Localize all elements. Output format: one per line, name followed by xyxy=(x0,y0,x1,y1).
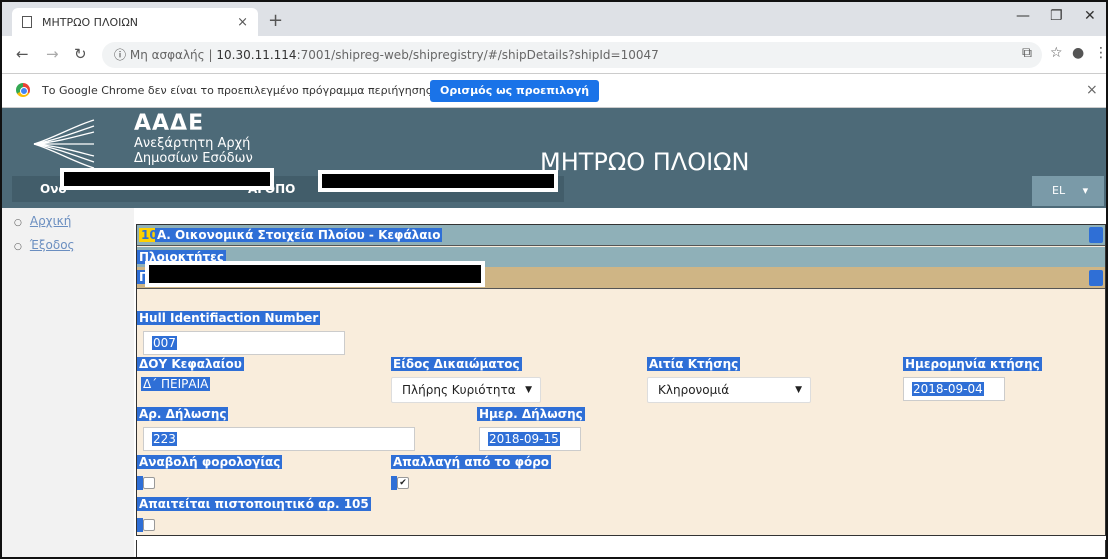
financial-section-panel: 10 Α. Οικονομικά Στοιχεία Πλοίου - Κεφάλ… xyxy=(136,224,1106,536)
brand-short: ΑΑΔΕ xyxy=(134,111,205,136)
acquisition-date-input[interactable]: 2018-09-04 xyxy=(903,377,1005,401)
tax-exemption-label: Απαλλαγή από το φόρο xyxy=(391,455,552,469)
right-type-select[interactable]: Πλήρης Κυριότητα ▼ xyxy=(391,377,541,403)
redaction-block xyxy=(64,172,270,186)
menu-icon[interactable]: ⋮ xyxy=(1094,45,1106,61)
user-prefix: Ονο xyxy=(40,182,67,196)
declaration-number-input[interactable]: 223 xyxy=(143,427,415,451)
sidebar-item-home: ○ Αρχική xyxy=(14,214,134,228)
redaction-block xyxy=(322,174,554,188)
profile-icon[interactable]: ● xyxy=(1072,45,1084,61)
tax-deferral-label: Αναβολή φορολογίας xyxy=(137,455,283,469)
declaration-date-input[interactable]: 2018-09-15 xyxy=(479,427,581,451)
acquisition-cause-select[interactable]: Κληρονομιά ▼ xyxy=(647,377,811,403)
check-icon: ✔ xyxy=(399,478,407,488)
page-icon xyxy=(22,16,32,28)
sidebar-link-home[interactable]: Αρχική xyxy=(30,214,72,228)
forward-icon[interactable]: → xyxy=(46,45,59,63)
acquisition-cause-label: Αιτία Κτήσης xyxy=(647,357,741,371)
chrome-icon xyxy=(16,83,30,97)
url-field[interactable]: ⓘ Μη ασφαλής | 10.30.11.114:7001/shipreg… xyxy=(102,42,1042,68)
tab-close-icon[interactable]: × xyxy=(237,15,248,30)
tab-title: ΜΗΤΡΩΟ ΠΛΟΙΩΝ xyxy=(42,15,139,29)
tax-office-label: ΔΟΥ Κεφαλαίου xyxy=(137,357,244,371)
address-bar-row: ← → ↻ ⓘ Μη ασφαλής | 10.30.11.114:7001/s… xyxy=(2,36,1106,74)
tax-deferral-checkbox[interactable] xyxy=(143,477,155,489)
restore-icon[interactable]: ❐ xyxy=(1050,8,1063,24)
url-path: :7001/shipreg-web/shipregistry/#/shipDet… xyxy=(296,48,659,62)
infobar-message: Το Google Chrome δεν είναι το προεπιλεγμ… xyxy=(42,84,433,97)
window-close-icon[interactable]: ✕ xyxy=(1084,8,1096,24)
hull-number-label: Hull Identifiaction Number xyxy=(137,311,321,325)
hull-number-input[interactable]: 007 xyxy=(143,331,345,355)
aade-logo-icon xyxy=(33,119,95,169)
section-toggle-button[interactable] xyxy=(1089,227,1103,243)
tax-exemption-checkbox[interactable]: ✔ xyxy=(397,477,409,489)
owner-toggle-button[interactable] xyxy=(1089,270,1103,286)
site-title: ΜΗΤΡΩΟ ΠΛΟΙΩΝ xyxy=(540,148,750,176)
brand-line2: Δημοσίων Εσόδων xyxy=(134,151,253,166)
info-icon[interactable]: ⓘ xyxy=(114,48,126,62)
acquisition-date-label: Ημερομηνία κτήσης xyxy=(903,357,1042,371)
back-icon[interactable]: ← xyxy=(16,45,29,63)
set-default-button[interactable]: Ορισμός ως προεπιλογή xyxy=(430,80,600,102)
certificate-label: Απαιτείται πιστοποιητικό αρ. 105 xyxy=(137,497,371,511)
screen: ΜΗΤΡΩΟ ΠΛΟΙΩΝ × + — ❐ ✕ ← → ↻ ⓘ Μη ασφαλ… xyxy=(0,0,1108,559)
right-type-label: Είδος Δικαιώματος xyxy=(391,357,522,371)
sidebar-item-logout: ○ Έξοδος xyxy=(14,238,134,252)
language-label: EL xyxy=(1052,184,1066,197)
new-tab-button[interactable]: + xyxy=(268,10,283,31)
sidebar-link-logout[interactable]: Έξοδος xyxy=(30,238,75,252)
brand-block: ΑΑΔΕ Ανεξάρτητη Αρχή Δημοσίων Εσόδων xyxy=(134,111,253,167)
bullet-icon: ○ xyxy=(14,218,22,228)
minimize-icon[interactable]: — xyxy=(1016,8,1030,24)
owners-title: Πλοιοκτήτες xyxy=(137,250,226,264)
declaration-number-label: Αρ. Δήλωσης xyxy=(137,407,229,421)
browser-tab[interactable]: ΜΗΤΡΩΟ ΠΛΟΙΩΝ × xyxy=(12,8,258,36)
security-label: Μη ασφαλής xyxy=(129,48,205,62)
translate-icon[interactable]: ⧉ xyxy=(1022,45,1032,61)
brand-line1: Ανεξάρτητη Αρχή xyxy=(134,136,251,151)
redaction-block xyxy=(149,265,481,283)
site-header: ΑΑΔΕ Ανεξάρτητη Αρχή Δημοσίων Εσόδων ΜΗΤ… xyxy=(2,108,1106,208)
owners-header[interactable]: Πλοιοκτήτες xyxy=(137,247,1105,267)
reload-icon[interactable]: ↻ xyxy=(74,45,87,63)
bookmark-star-icon[interactable]: ☆ xyxy=(1050,45,1063,61)
certificate-checkbox[interactable] xyxy=(143,519,155,531)
default-browser-infobar: Το Google Chrome δεν είναι το προεπιλεγμ… xyxy=(2,74,1106,108)
declaration-date-label: Ημερ. Δήλωσης xyxy=(477,407,585,421)
next-section-panel xyxy=(136,540,1106,557)
sidebar: ○ Αρχική ○ Έξοδος xyxy=(2,208,134,557)
tax-office-value: Δ΄ ΠΕΙΡΑΙΑ xyxy=(141,377,211,391)
browser-tab-bar: ΜΗΤΡΩΟ ΠΛΟΙΩΝ × + — ❐ ✕ xyxy=(2,2,1106,36)
chevron-down-icon: ▾ xyxy=(1082,184,1089,197)
language-selector[interactable]: EL ▾ xyxy=(1032,176,1104,206)
url-host: 10.30.11.114 xyxy=(216,48,297,62)
dropdown-arrow-icon: ▼ xyxy=(795,385,802,395)
dropdown-arrow-icon: ▼ xyxy=(525,385,532,395)
bullet-icon: ○ xyxy=(14,242,22,252)
section-title: Α. Οικονομικά Στοιχεία Πλοίου - Κεφάλαιο xyxy=(155,228,443,242)
infobar-close-icon[interactable]: × xyxy=(1086,82,1098,98)
section-header[interactable]: 10 Α. Οικονομικά Στοιχεία Πλοίου - Κεφάλ… xyxy=(137,225,1105,246)
